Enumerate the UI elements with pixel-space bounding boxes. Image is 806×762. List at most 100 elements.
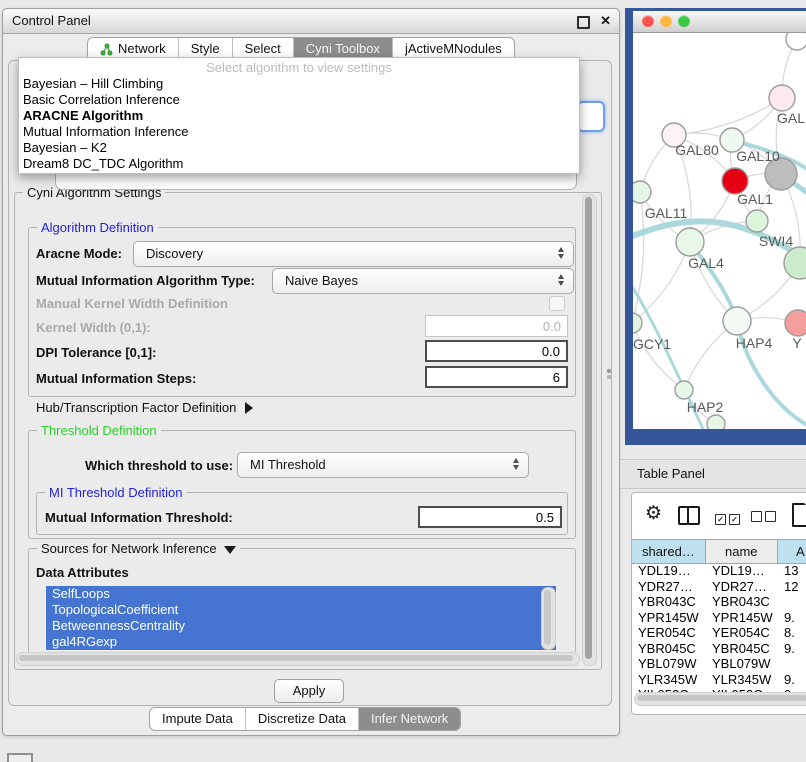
algorithm-option-aracne-algorithm[interactable]: ARACNE Algorithm (19, 108, 579, 124)
panel-splitter-handle[interactable] (607, 375, 611, 379)
which-threshold-select[interactable]: MI Threshold (237, 452, 529, 478)
column-header-shared[interactable]: shared… (632, 540, 706, 563)
table-row[interactable]: YBL079WYBL079W (632, 656, 806, 672)
algorithm-selector-popup: Select algorithm to view settings Bayesi… (18, 57, 580, 174)
network-node-gal1[interactable] (746, 210, 768, 232)
which-threshold-value: MI Threshold (250, 457, 326, 472)
focused-combobox-fragment[interactable] (577, 101, 605, 132)
table-row[interactable]: YBR045CYBR045C9. (632, 641, 806, 657)
apply-button[interactable]: Apply (274, 679, 344, 703)
dpi-tolerance-input[interactable]: 0.0 (425, 340, 568, 362)
network-node-big[interactable] (784, 247, 806, 279)
algorithm-option-basic-correlation-inference[interactable]: Basic Correlation Inference (19, 92, 579, 108)
mi-type-label: Mutual Information Algorithm Type: (36, 273, 255, 288)
table-row[interactable]: YER054CYER054C8. (632, 625, 806, 641)
tab-discretize-data[interactable]: Discretize Data (246, 708, 359, 730)
close-traffic-light[interactable] (642, 15, 654, 27)
network-node-gal11[interactable] (633, 181, 651, 203)
columns-icon[interactable] (678, 506, 700, 525)
table-horizontal-scrollbar[interactable] (634, 692, 806, 706)
collapsed-arrow-icon[interactable] (245, 402, 253, 414)
column-header-a[interactable]: A (778, 540, 806, 563)
settings-vertical-scrollbar[interactable] (582, 194, 597, 666)
table-row[interactable]: YDL19…YDL19…13 (632, 563, 806, 579)
mi-threshold-title: MI Threshold Definition (45, 485, 186, 500)
hub-definition-toggle[interactable]: Hub/Transcription Factor Definition (36, 400, 253, 415)
tab-impute-data-label: Impute Data (162, 708, 233, 730)
minimize-traffic-light[interactable] (660, 15, 672, 27)
network-node-label: SWI4 (759, 233, 793, 249)
table-cell: 9. (778, 610, 806, 626)
tab-impute-data[interactable]: Impute Data (150, 708, 246, 730)
attribute-item-topologicalcoefficient[interactable]: TopologicalCoefficient (46, 602, 556, 618)
network-node-gal7[interactable] (769, 85, 795, 111)
table-cell: YER054C (632, 625, 706, 641)
which-threshold-label: Which threshold to use: (85, 458, 233, 473)
attribute-item-gal4rgexp[interactable]: gal4RGexp (46, 634, 556, 650)
data-attributes-list[interactable]: SelfLoopsTopologicalCoefficientBetweenne… (46, 586, 556, 650)
network-canvas[interactable]: GALGAL80GAL10GAL1GAL11SWI4GAL4GCY1HAP4YH… (633, 33, 806, 429)
network-node-label: GAL11 (645, 205, 688, 221)
table-panel-titlebar[interactable]: Table Panel (620, 459, 806, 489)
panel-splitter-handle[interactable] (607, 369, 611, 373)
gear-icon[interactable]: ⚙ (645, 502, 662, 525)
table-cell: 8. (778, 625, 806, 641)
network-graph[interactable]: GALGAL80GAL10GAL1GAL11SWI4GAL4GCY1HAP4YH… (633, 33, 806, 429)
expanded-arrow-icon[interactable] (224, 546, 236, 554)
control-panel-titlebar[interactable]: Control Panel ✕ (3, 9, 619, 34)
mi-type-select[interactable]: Naive Bayes (272, 268, 574, 294)
stepper-arrows-icon (558, 247, 564, 259)
table-row[interactable]: YDR27…YDR27…12 (632, 579, 806, 595)
table-cell: YBR043C (632, 594, 706, 610)
select-all-checkboxes-icon[interactable]: ✓✓ (715, 509, 743, 527)
tab-infer-network[interactable]: Infer Network (359, 708, 460, 730)
network-node-gal4[interactable] (676, 228, 704, 256)
minimized-widget[interactable] (7, 753, 33, 762)
algorithm-option-bayesian-hill-climbing[interactable]: Bayesian – Hill Climbing (19, 76, 579, 92)
settings-horizontal-scrollbar[interactable] (16, 652, 580, 666)
mi-threshold-input[interactable]: 0.5 (418, 506, 562, 528)
sources-title-text: Sources for Network Inference (41, 541, 217, 556)
deselect-all-checkboxes-icon[interactable] (751, 509, 779, 527)
mi-type-value: Naive Bayes (285, 273, 358, 288)
attributes-list-scrollbar[interactable] (541, 587, 556, 650)
sources-title[interactable]: Sources for Network Inference (37, 541, 240, 556)
mi-steps-input[interactable]: 6 (425, 366, 568, 388)
table-cell: YLR345W (706, 672, 778, 688)
table-row[interactable]: YPR145WYPR145W9. (632, 610, 806, 626)
attribute-item-betweennesscentrality[interactable]: BetweennessCentrality (46, 618, 556, 634)
attribute-item-selfloops[interactable]: SelfLoops (46, 586, 556, 602)
network-node-b1[interactable] (707, 415, 725, 429)
algorithm-option-dream8-dc-tdc-algorithm[interactable]: Dream8 DC_TDC Algorithm (19, 156, 579, 172)
network-node-top[interactable] (786, 33, 806, 50)
network-view-frame[interactable]: GALGAL80GAL10GAL1GAL11SWI4GAL4GCY1HAP4YH… (625, 8, 806, 445)
data-attributes-label: Data Attributes (36, 565, 129, 580)
network-node-hap2[interactable] (675, 381, 693, 399)
network-node-label: GAL (777, 110, 805, 126)
algorithm-definition-title: Algorithm Definition (37, 220, 158, 235)
network-node-label: HAP2 (687, 399, 724, 415)
tab-infer-network-label: Infer Network (371, 708, 448, 730)
aracne-mode-select[interactable]: Discovery (133, 241, 574, 267)
column-header-name[interactable]: name (706, 540, 778, 563)
table-row[interactable]: YLR345WYLR345W9. (632, 672, 806, 688)
algorithm-option-mutual-information-inference[interactable]: Mutual Information Inference (19, 124, 579, 140)
network-edge[interactable] (633, 242, 690, 323)
close-window-icon[interactable]: ✕ (600, 12, 611, 30)
new-file-icon[interactable] (792, 503, 806, 527)
manual-kernel-checkbox[interactable] (549, 296, 565, 311)
kernel-width-input[interactable]: 0.0 (425, 315, 568, 337)
network-node-hap4[interactable] (723, 307, 751, 335)
table-cell (778, 594, 806, 610)
zoom-traffic-light[interactable] (678, 15, 690, 27)
float-window-icon[interactable] (577, 16, 590, 29)
network-titlebar[interactable] (633, 11, 806, 33)
popup-placeholder: Select algorithm to view settings (19, 59, 579, 76)
network-node-salmon[interactable] (785, 310, 806, 336)
table-cell: YDL19… (632, 563, 706, 579)
window-title: Control Panel (12, 9, 91, 33)
algorithm-option-bayesian-k2[interactable]: Bayesian – K2 (19, 140, 579, 156)
table-row[interactable]: YBR043CYBR043C (632, 594, 806, 610)
table-cell: YDR27… (706, 579, 778, 595)
network-node-label: GAL4 (688, 255, 724, 271)
